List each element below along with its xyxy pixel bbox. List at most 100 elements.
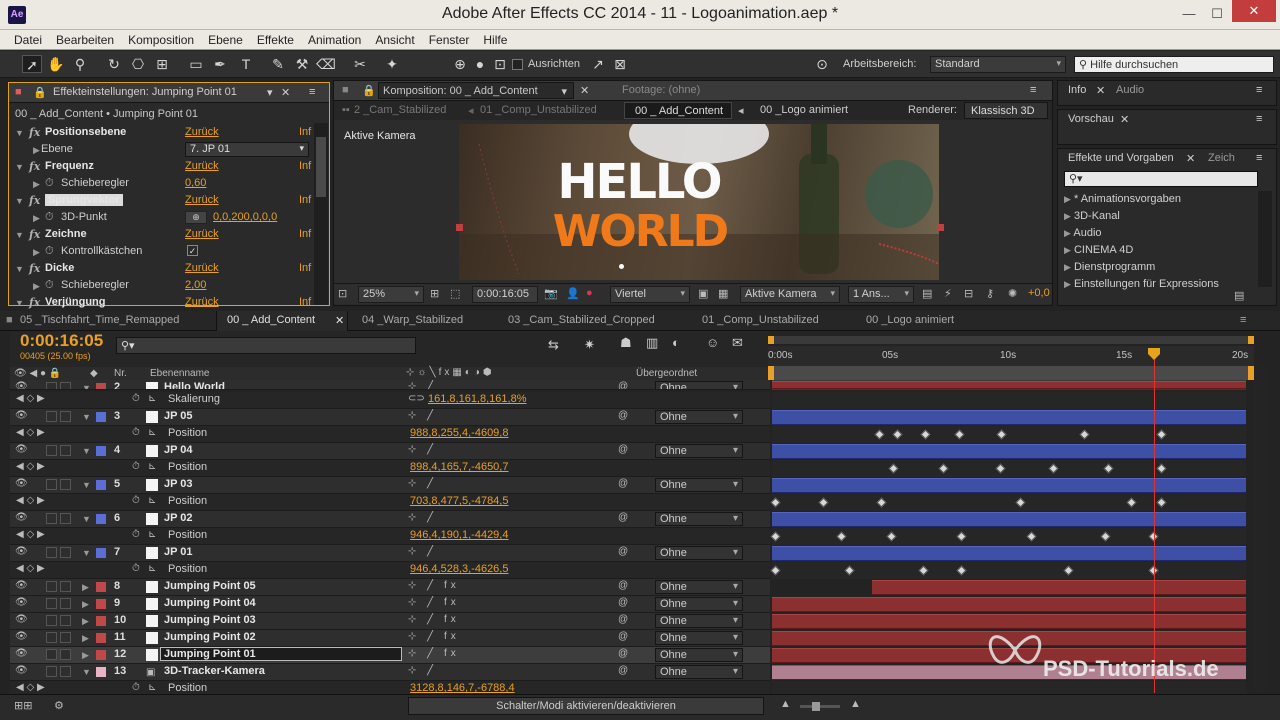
keyframe-navigator-icon[interactable]: ◀ ◇ ▶ bbox=[16, 682, 45, 693]
pen-tool-icon[interactable]: ✒ bbox=[210, 55, 230, 73]
label-color-swatch[interactable] bbox=[96, 383, 106, 389]
expand-triangle-icon[interactable]: ▼ bbox=[15, 230, 24, 240]
crosshair-button-icon[interactable]: ⊕ bbox=[185, 211, 207, 224]
layer-switches-icons[interactable]: ⊹ ╱ bbox=[408, 410, 437, 421]
solo-toggle[interactable] bbox=[46, 615, 57, 626]
info-tab[interactable]: Info bbox=[1068, 84, 1086, 96]
expand-modes-icon[interactable]: ⚙ bbox=[54, 699, 64, 712]
stopwatch-icon[interactable]: ⏱ bbox=[132, 563, 140, 574]
layer-switches-icons[interactable]: ⊹ ╱ bbox=[408, 444, 437, 455]
draft-3d-icon[interactable]: ✷ bbox=[584, 337, 595, 353]
lock-toggle[interactable] bbox=[60, 598, 71, 609]
lock-toggle[interactable] bbox=[60, 615, 71, 626]
stopwatch-icon[interactable]: ⏱ bbox=[132, 461, 140, 472]
preset-category-item[interactable]: ▶ Dienstprogramm bbox=[1064, 261, 1256, 273]
keyframe-marker[interactable] bbox=[1048, 463, 1059, 474]
visibility-eye-icon[interactable]: 👁 bbox=[15, 614, 28, 625]
time-ruler[interactable]: 0:00s 05s 10s 15s 20s bbox=[768, 346, 1254, 366]
lock-toggle[interactable] bbox=[60, 581, 71, 592]
stopwatch-icon[interactable]: ⏱ bbox=[132, 393, 140, 404]
pickwhip-icon[interactable]: @ bbox=[618, 665, 628, 676]
layer-switches-icons[interactable]: ⊹ ╱ bbox=[408, 478, 437, 489]
roto-brush-icon[interactable]: ✂ bbox=[350, 55, 370, 73]
layer-dropdown[interactable]: 7. JP 01 ▾ bbox=[185, 142, 309, 157]
flow-item-1[interactable]: 2 _Cam_Stabilized bbox=[354, 104, 446, 116]
layer-duration-bar[interactable] bbox=[772, 596, 1246, 613]
shy-layers-icon[interactable]: ☗ bbox=[620, 335, 632, 351]
effects-presets-tab[interactable]: Effekte und Vorgaben bbox=[1068, 152, 1174, 164]
comp-handle-left[interactable] bbox=[456, 224, 463, 231]
keyframe-track[interactable] bbox=[772, 460, 1246, 477]
keyframe-marker[interactable] bbox=[770, 531, 781, 542]
solo-toggle[interactable] bbox=[46, 513, 57, 524]
visibility-eye-icon[interactable]: 👁 bbox=[15, 546, 28, 557]
keyframe-marker[interactable] bbox=[1026, 531, 1037, 542]
lock-toggle[interactable] bbox=[60, 479, 71, 490]
parent-dropdown[interactable]: Ohne bbox=[655, 597, 743, 611]
pickwhip-icon[interactable]: @ bbox=[618, 648, 628, 659]
layer-row[interactable]: 👁 ▶ 11 Jumping Point 02 ⊹ ╱ fx @ Ohne bbox=[10, 630, 770, 647]
preview-tab-close-icon[interactable]: ✕ bbox=[1120, 113, 1129, 126]
parent-dropdown[interactable]: Ohne bbox=[655, 478, 743, 492]
layer-row[interactable]: 👁 ▶ 9 Jumping Point 04 ⊹ ╱ fx @ Ohne bbox=[10, 596, 770, 613]
layer-row[interactable]: 👁 ▼ 4 JP 04 ⊹ ╱ @ Ohne bbox=[10, 443, 770, 460]
comp-handle-right[interactable] bbox=[937, 224, 944, 231]
zoom-tool-icon[interactable]: ⚲ bbox=[70, 55, 90, 73]
preset-category-item[interactable]: ▶ Einstellungen für Expressions bbox=[1064, 278, 1256, 290]
keyframe-marker[interactable] bbox=[938, 463, 949, 474]
keyframe-track[interactable] bbox=[770, 562, 1246, 579]
current-time-field[interactable]: 0:00:16:05 bbox=[472, 286, 538, 303]
selection-tool-icon[interactable]: ➚ bbox=[22, 55, 42, 73]
menu-effekte[interactable]: Effekte bbox=[250, 30, 301, 47]
keyframe-marker[interactable] bbox=[770, 565, 781, 576]
effect-property-row[interactable]: ▶ Ebene 7. JP 01 ▾ bbox=[9, 142, 321, 159]
keyframe-marker[interactable] bbox=[956, 565, 967, 576]
keyframe-marker[interactable] bbox=[1126, 497, 1137, 508]
views-layout-dropdown[interactable]: 1 Ans... ▾ bbox=[848, 286, 914, 303]
effect-info-link[interactable]: Inf bbox=[299, 296, 311, 308]
mask-visibility-icon[interactable]: ⬚ bbox=[450, 287, 460, 300]
collapse-triangle-icon[interactable]: ▶ bbox=[33, 281, 40, 292]
constrain-link-icon[interactable]: ⊂⊃ bbox=[408, 393, 425, 404]
renderer-button[interactable]: Klassisch 3D bbox=[964, 102, 1048, 119]
comp-panel-menu-icon[interactable]: ≡ bbox=[1030, 84, 1036, 96]
visibility-eye-icon[interactable]: 👁 bbox=[15, 631, 28, 642]
graph-icon[interactable]: ⊾ bbox=[148, 682, 156, 693]
region-of-interest-icon[interactable]: ▣ bbox=[698, 287, 708, 300]
effect-property-row[interactable]: ▶ ⏱ Kontrollkästchen ✓ bbox=[9, 244, 321, 261]
menu-hilfe[interactable]: Hilfe bbox=[476, 30, 514, 47]
clone-stamp-icon[interactable]: ⚒ bbox=[292, 55, 312, 73]
keyframe-marker[interactable] bbox=[1100, 531, 1111, 542]
stopwatch-icon[interactable]: ⏱ bbox=[132, 529, 140, 540]
footage-tab[interactable]: Footage: (ohne) bbox=[622, 84, 700, 96]
layer-row[interactable]: 👁 ▼ 5 JP 03 ⊹ ╱ @ Ohne bbox=[10, 477, 770, 494]
layer-expand-icon[interactable]: ▼ bbox=[82, 548, 91, 558]
graph-icon[interactable]: ⊾ bbox=[148, 563, 156, 574]
layer-duration-bar[interactable] bbox=[772, 511, 1246, 528]
expand-triangle-icon[interactable]: ▼ bbox=[15, 162, 24, 172]
layer-expand-icon[interactable]: ▶ bbox=[82, 616, 89, 627]
property-value[interactable]: 946,4,528,3,-4626,5 bbox=[410, 563, 508, 575]
tab-dropdown-arrow-icon[interactable]: ▾ bbox=[267, 86, 273, 99]
keyframe-navigator-icon[interactable]: ◀ ◇ ▶ bbox=[16, 563, 45, 574]
keyframe-marker[interactable] bbox=[1103, 463, 1114, 474]
label-color-swatch[interactable] bbox=[96, 446, 106, 456]
visibility-eye-icon[interactable]: 👁 bbox=[15, 410, 28, 421]
effect-info-link[interactable]: Inf bbox=[299, 126, 311, 138]
layer-row[interactable]: 👁 ▼ 13 ▣ 3D-Tracker-Kamera ⊹ ╱ @ Ohne bbox=[10, 664, 770, 681]
zoom-in-icon[interactable]: ▲ bbox=[850, 698, 861, 710]
parent-dropdown[interactable]: Ohne bbox=[655, 665, 743, 679]
new-folder-icon[interactable]: ▤ bbox=[1234, 289, 1244, 302]
label-color-swatch[interactable] bbox=[96, 599, 106, 609]
parent-dropdown[interactable]: Ohne bbox=[655, 512, 743, 526]
timeline-navigator[interactable] bbox=[768, 336, 1254, 344]
effect-reset-link[interactable]: Zurück bbox=[185, 228, 219, 240]
effect-row[interactable]: ▼ fx Dicke Zurück Inf bbox=[9, 261, 321, 278]
property-value[interactable]: 898,4,165,7,-4650,7 bbox=[410, 461, 508, 473]
layer-expand-icon[interactable]: ▼ bbox=[82, 514, 91, 524]
stopwatch-icon[interactable]: ⏱ bbox=[132, 427, 140, 438]
rotate-tool-icon[interactable]: ↻ bbox=[104, 55, 124, 73]
layer-switches-icons[interactable]: ⊹ ╱ fx bbox=[408, 597, 460, 608]
solo-toggle[interactable] bbox=[46, 666, 57, 677]
effect-property-row[interactable]: ▶ ⏱ 3D-Punkt ⊕ 0,0,200,0,0,0 bbox=[9, 210, 321, 227]
